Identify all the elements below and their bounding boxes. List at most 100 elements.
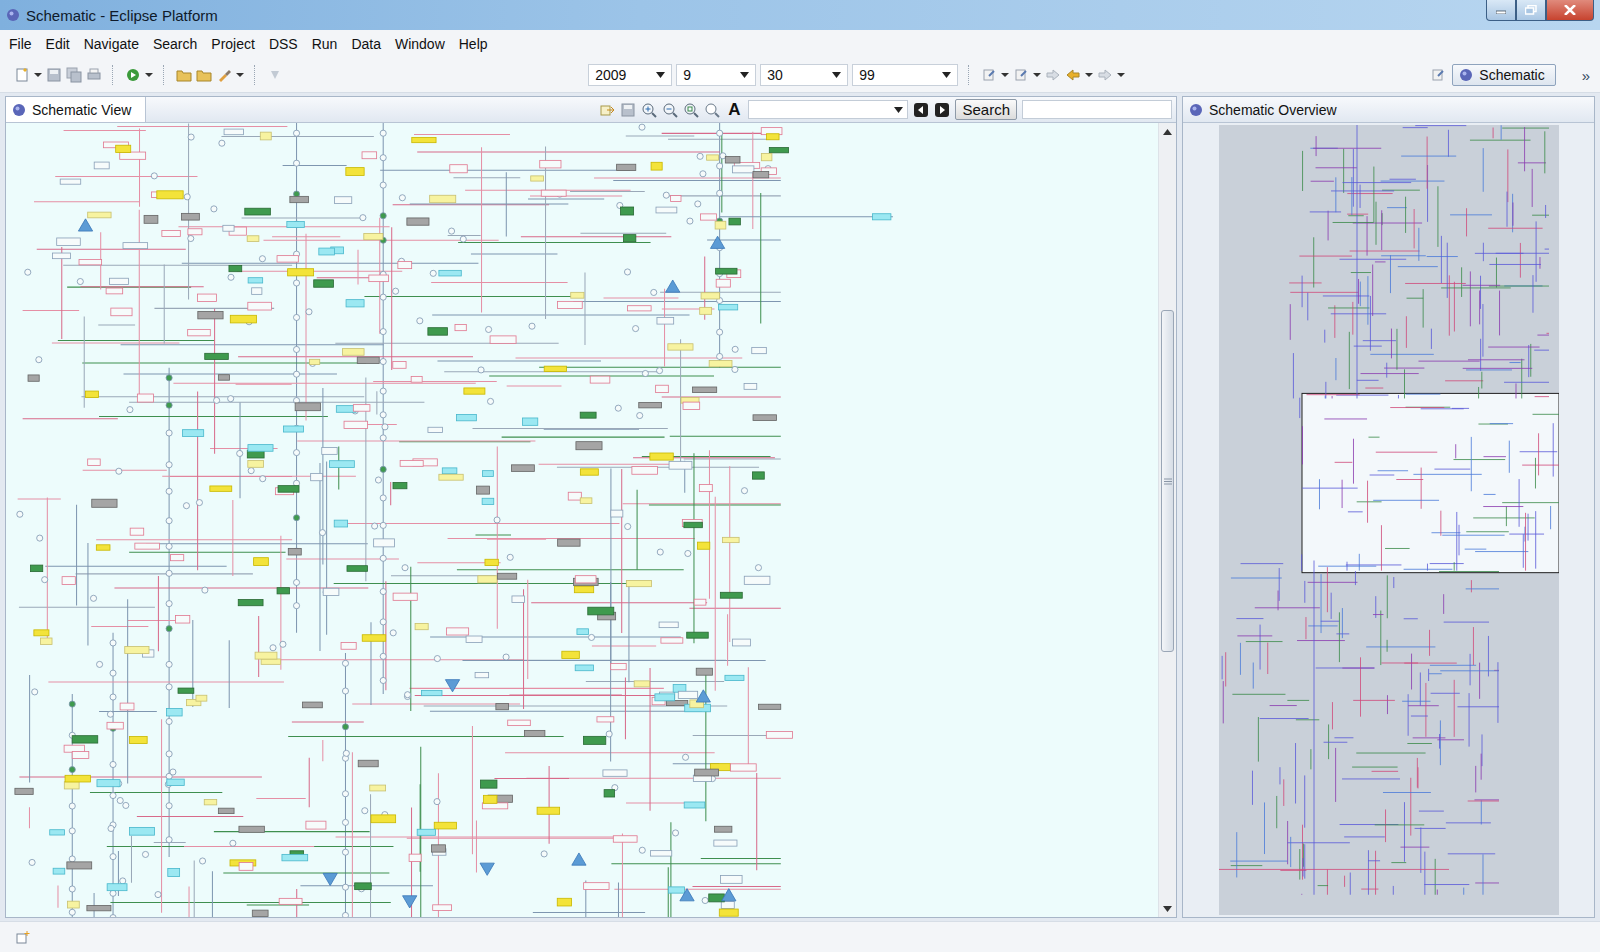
schematic-junction[interactable] — [37, 535, 43, 541]
schematic-node[interactable] — [87, 905, 111, 910]
schematic-junction[interactable] — [702, 897, 708, 903]
schematic-wire[interactable] — [57, 885, 58, 907]
schematic-wire[interactable] — [414, 134, 510, 135]
schematic-node[interactable] — [718, 304, 737, 310]
schematic-node[interactable] — [651, 162, 662, 170]
schematic-wire[interactable] — [549, 766, 550, 844]
schematic-junction[interactable] — [663, 192, 669, 198]
save-icon[interactable] — [620, 102, 636, 118]
forward-arrow-icon[interactable] — [1045, 67, 1061, 83]
schematic-wire[interactable] — [432, 314, 689, 315]
schematic-wire[interactable] — [709, 450, 710, 598]
layer-combo[interactable] — [748, 100, 908, 119]
schematic-node[interactable] — [575, 576, 596, 583]
schematic-node[interactable] — [415, 623, 428, 629]
schematic-reservoir[interactable] — [710, 236, 724, 248]
schematic-node[interactable] — [464, 388, 485, 394]
schematic-node[interactable] — [428, 328, 448, 335]
schematic-node[interactable] — [588, 607, 614, 615]
schematic-junction[interactable] — [166, 488, 172, 494]
schematic-node[interactable] — [323, 588, 339, 595]
schematic-node[interactable] — [218, 375, 229, 381]
schematic-node[interactable] — [613, 836, 637, 842]
schematic-wire[interactable] — [393, 204, 549, 205]
schematic-junction[interactable] — [151, 173, 157, 179]
schematic-junction[interactable] — [184, 194, 190, 200]
schematic-node[interactable] — [512, 465, 535, 472]
perspective-button[interactable]: Schematic — [1452, 64, 1555, 86]
schematic-node[interactable] — [684, 802, 705, 808]
schematic-node[interactable] — [144, 215, 158, 223]
schematic-wire[interactable] — [720, 216, 893, 217]
schematic-junction[interactable] — [434, 656, 440, 662]
dropdown-icon[interactable] — [1085, 67, 1093, 83]
schematic-node[interactable] — [407, 218, 429, 225]
schematic-node[interactable] — [198, 311, 223, 318]
schematic-node[interactable] — [283, 426, 303, 432]
zoom-fit-icon[interactable] — [683, 102, 699, 118]
schematic-junction[interactable] — [342, 912, 348, 917]
schematic-node[interactable] — [130, 737, 148, 744]
schematic-wire[interactable] — [237, 271, 402, 272]
schematic-node[interactable] — [167, 779, 184, 785]
schematic-junction[interactable] — [657, 549, 663, 555]
schematic-wire[interactable] — [212, 871, 213, 917]
schematic-node[interactable] — [623, 235, 635, 242]
schematic-wire[interactable] — [19, 777, 262, 778]
schematic-node[interactable] — [668, 344, 693, 350]
schematic-node[interactable] — [248, 461, 264, 468]
schematic-node[interactable] — [245, 208, 271, 215]
schematic-junction[interactable] — [166, 661, 172, 667]
schematic-wire[interactable] — [164, 265, 165, 344]
schematic-wire[interactable] — [621, 469, 622, 633]
next-icon[interactable] — [934, 102, 950, 118]
schematic-wire[interactable] — [121, 344, 384, 345]
schematic-junction[interactable] — [166, 518, 172, 524]
dropdown-arrow-icon[interactable] — [942, 72, 951, 78]
schematic-reservoir[interactable] — [696, 690, 710, 702]
overview-viewport[interactable] — [1302, 393, 1559, 572]
schematic-junction[interactable] — [382, 424, 388, 430]
schematic-junction[interactable] — [166, 601, 172, 607]
schematic-node[interactable] — [482, 498, 494, 504]
schematic-wire[interactable] — [55, 176, 197, 177]
schematic-node[interactable] — [627, 306, 651, 311]
schematic-wire[interactable] — [637, 490, 638, 570]
schematic-node[interactable] — [574, 586, 593, 592]
schematic-junction[interactable] — [69, 909, 75, 915]
schematic-node[interactable] — [442, 468, 457, 474]
schematic-node[interactable] — [248, 302, 272, 310]
schematic-junction[interactable] — [342, 688, 348, 694]
schematic-node[interactable] — [433, 905, 452, 911]
schematic-node[interactable] — [62, 577, 75, 585]
schematic-junction[interactable] — [42, 577, 48, 583]
schematic-junction[interactable] — [142, 851, 148, 857]
schematic-node[interactable] — [92, 499, 117, 507]
schematic-junction[interactable] — [90, 595, 96, 601]
schematic-wire[interactable] — [580, 233, 666, 234]
schematic-node[interactable] — [447, 628, 469, 635]
schematic-node[interactable] — [478, 576, 497, 583]
schematic-wire[interactable] — [358, 250, 359, 285]
schematic-junction[interactable] — [380, 294, 386, 300]
schematic-node[interactable] — [411, 376, 422, 382]
schematic-wire[interactable] — [229, 640, 230, 708]
schematic-node[interactable] — [282, 854, 308, 860]
schematic-wire[interactable] — [437, 360, 600, 361]
overview-diagram[interactable] — [1219, 125, 1559, 915]
schematic-junction[interactable] — [717, 163, 723, 169]
schematic-node[interactable] — [558, 301, 583, 308]
schematic-node[interactable] — [576, 442, 602, 450]
schematic-wire[interactable] — [623, 503, 781, 504]
schematic-node[interactable] — [175, 615, 189, 623]
schematic-wire[interactable] — [417, 151, 720, 152]
schematic-wire[interactable] — [721, 133, 722, 212]
schematic-node[interactable] — [400, 460, 423, 466]
schematic-node[interactable] — [409, 854, 421, 861]
schematic-junction[interactable] — [685, 550, 691, 556]
schematic-junction[interactable] — [380, 588, 386, 594]
schematic-node[interactable] — [590, 376, 610, 383]
schematic-junction[interactable] — [460, 236, 466, 242]
schematic-node[interactable] — [611, 510, 623, 517]
schematic-node[interactable] — [302, 702, 322, 708]
